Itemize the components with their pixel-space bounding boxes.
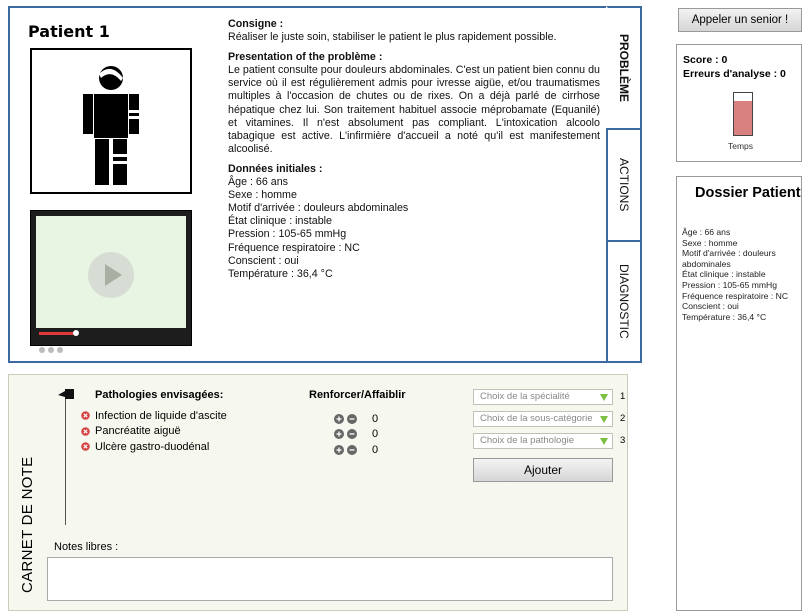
minus-icon[interactable] bbox=[347, 429, 357, 440]
list-item: Infection de liquide d'ascite bbox=[81, 408, 227, 424]
subcategory-select[interactable]: Choix de la sous-catégorie bbox=[473, 411, 613, 427]
plus-icon[interactable] bbox=[334, 429, 344, 440]
dossier-line: Âge : 66 ans bbox=[682, 227, 731, 237]
dossier-line: Fréquence respiratoire : NC bbox=[682, 290, 789, 301]
tab-actions[interactable]: ACTIONS bbox=[606, 128, 642, 242]
plus-icon[interactable] bbox=[334, 413, 344, 424]
dossier-panel: Dossier Patient Âge : 66 ans Sexe : homm… bbox=[676, 176, 802, 611]
reinforce-row: 0 bbox=[334, 411, 378, 427]
play-icon bbox=[105, 264, 122, 286]
patient-title: Patient 1 bbox=[28, 22, 110, 41]
injured-person-icon bbox=[83, 66, 139, 185]
dossier-line: Motif d'arrivée : douleurs abdominales bbox=[682, 248, 776, 269]
chevron-down-icon bbox=[600, 394, 608, 401]
add-button[interactable]: Ajouter bbox=[473, 458, 613, 482]
specialty-select[interactable]: Choix de la spécialité bbox=[473, 389, 613, 405]
score-line: Score : 0 bbox=[683, 54, 728, 66]
tab-diagnostic[interactable]: DIAGNOSTIC bbox=[606, 240, 642, 363]
pathology-label: Infection de liquide d'ascite bbox=[95, 409, 227, 422]
dossier-line: Sexe : homme bbox=[682, 237, 738, 248]
initial-data-line: Motif d'arrivée : douleurs abdominales bbox=[228, 202, 409, 215]
minus-icon[interactable] bbox=[347, 413, 357, 424]
problem-text: Le patient consulte pour douleurs abdomi… bbox=[228, 64, 600, 155]
video-progress-knob[interactable] bbox=[73, 330, 79, 336]
chevron-down-icon bbox=[600, 438, 608, 445]
initial-data-line: Conscient : oui bbox=[228, 254, 299, 267]
plus-icon[interactable] bbox=[334, 444, 344, 455]
dossier-line: Température : 36,4 °C bbox=[682, 311, 767, 322]
notebook-panel: CARNET DE NOTE Pathologies envisagées: I… bbox=[8, 374, 628, 611]
patient-text: Consigne : Réaliser le juste soin, stabi… bbox=[228, 18, 600, 288]
dossier-line: Conscient : oui bbox=[682, 301, 739, 312]
chevron-down-icon bbox=[600, 416, 608, 423]
video-player[interactable] bbox=[30, 210, 192, 353]
pathologies-heading: Pathologies envisagées: bbox=[95, 389, 224, 401]
notes-label: Notes libres : bbox=[54, 541, 119, 553]
initial-data-line: Âge : 66 ans bbox=[228, 176, 289, 189]
select-placeholder: Choix de la sous-catégorie bbox=[480, 413, 593, 424]
pathology-label: Pancréatite aiguë bbox=[95, 425, 181, 438]
initial-data-line: Température : 36,4 °C bbox=[228, 267, 333, 280]
tab-probleme[interactable]: PROBLÈME bbox=[606, 6, 642, 130]
minus-icon[interactable] bbox=[347, 444, 357, 455]
dossier-line: Pression : 105-65 mmHg bbox=[682, 279, 778, 290]
tab-label: PROBLÈME bbox=[617, 33, 631, 102]
consigne-text: Réaliser le juste soin, stabiliser le pa… bbox=[228, 31, 557, 44]
select-placeholder: Choix de la spécialité bbox=[480, 391, 570, 402]
select-placeholder: Choix de la pathologie bbox=[480, 435, 575, 446]
timeline-line bbox=[65, 397, 66, 525]
time-label: Temps bbox=[728, 141, 754, 151]
play-button[interactable] bbox=[88, 252, 134, 298]
pathology-label: Ulcère gastro-duodénal bbox=[95, 440, 210, 453]
reinforce-row: 0 bbox=[334, 427, 378, 443]
score-text: Score : 0 Erreurs d'analyse : 0 bbox=[683, 53, 786, 81]
errors-line: Erreurs d'analyse : 0 bbox=[683, 68, 786, 80]
reinforce-rows: 0 0 0 bbox=[334, 411, 378, 458]
video-screen bbox=[36, 216, 186, 328]
list-item: Pancréatite aiguë bbox=[81, 424, 227, 440]
reinforce-value: 0 bbox=[372, 443, 379, 456]
patient-panel: Patient 1 Consigne: Réaliser le juste s… bbox=[8, 6, 608, 363]
remove-icon[interactable] bbox=[81, 442, 90, 452]
step-number: 2 bbox=[620, 413, 626, 424]
problem-heading: Presentation of the problème : bbox=[228, 51, 383, 64]
tab-label: ACTIONS bbox=[617, 158, 631, 212]
initial-data-line: Pression : 105-65 mmHg bbox=[228, 228, 347, 241]
tab-label: DIAGNOSTIC bbox=[617, 264, 631, 339]
initial-data-line: Fréquence respiratoire : NC bbox=[228, 241, 360, 254]
video-controls[interactable] bbox=[39, 338, 69, 353]
call-senior-button[interactable]: Appeler un senior ! bbox=[678, 8, 802, 32]
remove-icon[interactable] bbox=[81, 411, 90, 421]
notebook-title: CARNET DE NOTE bbox=[19, 456, 36, 593]
notes-input[interactable] bbox=[47, 557, 613, 601]
consigne-heading: Consigne : bbox=[228, 18, 284, 30]
dossier-line: État clinique : instable bbox=[682, 269, 766, 280]
score-panel: Score : 0 Erreurs d'analyse : 0 Temps bbox=[676, 44, 802, 162]
dossier-title: Dossier Patient bbox=[695, 185, 801, 201]
pathology-select[interactable]: Choix de la pathologie bbox=[473, 433, 613, 449]
pin-icon bbox=[58, 389, 74, 399]
pathologies-list: Infection de liquide d'ascite Pancréatit… bbox=[81, 408, 227, 455]
dossier-lines: Âge : 66 ans Sexe : homme Motif d'arrivé… bbox=[682, 227, 802, 322]
video-progress-bar[interactable] bbox=[39, 332, 75, 335]
list-item: Ulcère gastro-duodénal bbox=[81, 439, 227, 455]
initial-data-line: État clinique : instable bbox=[228, 215, 332, 228]
time-gauge bbox=[733, 92, 753, 136]
reinforce-heading: Renforcer/Affaiblir bbox=[309, 389, 406, 401]
time-gauge-fill bbox=[734, 101, 752, 135]
initial-data-line: Sexe : homme bbox=[228, 189, 297, 202]
step-number: 1 bbox=[620, 391, 626, 402]
reinforce-value: 0 bbox=[372, 428, 379, 441]
reinforce-value: 0 bbox=[372, 412, 379, 425]
remove-icon[interactable] bbox=[81, 426, 90, 436]
step-number: 3 bbox=[620, 435, 626, 446]
reinforce-row: 0 bbox=[334, 442, 378, 458]
initial-data-heading: Données initiales : bbox=[228, 162, 323, 175]
patient-figure bbox=[30, 48, 192, 194]
